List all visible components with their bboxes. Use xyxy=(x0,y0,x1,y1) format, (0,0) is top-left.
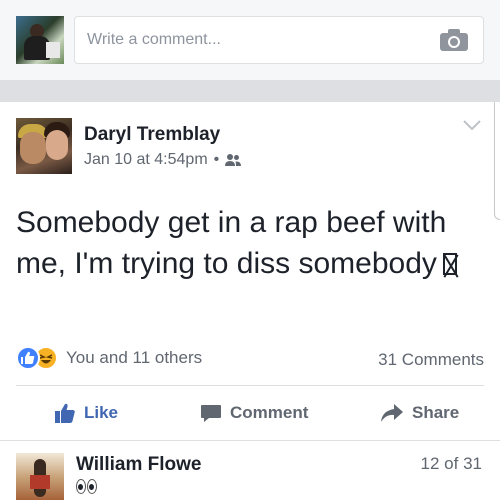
comment-input[interactable]: Write a comment... xyxy=(74,16,484,64)
commenter-avatar[interactable] xyxy=(16,453,64,500)
meta-separator: • xyxy=(213,151,220,168)
author-avatar[interactable] xyxy=(16,118,72,174)
share-label: Share xyxy=(412,403,460,422)
user-avatar[interactable] xyxy=(16,16,64,64)
post-meta: Jan 10 at 4:54pm • xyxy=(84,151,242,169)
like-reaction-icon xyxy=(16,346,40,370)
post-timestamp[interactable]: Jan 10 at 4:54pm xyxy=(84,151,208,169)
divider xyxy=(16,385,484,386)
share-icon xyxy=(381,404,403,422)
post-text: Somebody get in a rap beef with me, I'm … xyxy=(16,202,486,284)
comment-label: Comment xyxy=(230,403,309,422)
divider xyxy=(0,440,500,441)
commenter-name[interactable]: William Flowe xyxy=(76,454,201,476)
friends-icon xyxy=(225,154,242,166)
reaction-summary-text[interactable]: You and 11 others xyxy=(66,348,202,368)
thumbs-up-icon xyxy=(55,403,75,423)
eyes-emoji-icon xyxy=(76,479,97,494)
comment-placeholder: Write a comment... xyxy=(87,31,221,48)
reaction-summary[interactable]: You and 11 others xyxy=(16,346,202,370)
comment-button[interactable]: Comment xyxy=(200,400,308,426)
screen-edge xyxy=(494,102,500,220)
comment-icon xyxy=(201,405,221,422)
comments-count[interactable]: 31 Comments xyxy=(378,350,484,370)
chevron-down-icon[interactable] xyxy=(462,118,482,132)
comment-composer: Write a comment... xyxy=(0,0,500,80)
feed-divider xyxy=(0,80,500,102)
missing-emoji-icon xyxy=(442,253,457,275)
share-button[interactable]: Share xyxy=(380,400,459,426)
like-label: Like xyxy=(84,403,119,422)
post-body: Somebody get in a rap beef with me, I'm … xyxy=(16,206,447,280)
author-name[interactable]: Daryl Tremblay xyxy=(84,124,220,146)
comment-counter: 12 of 31 xyxy=(420,454,482,473)
like-button[interactable]: Like xyxy=(54,400,118,426)
camera-icon[interactable] xyxy=(439,28,469,52)
